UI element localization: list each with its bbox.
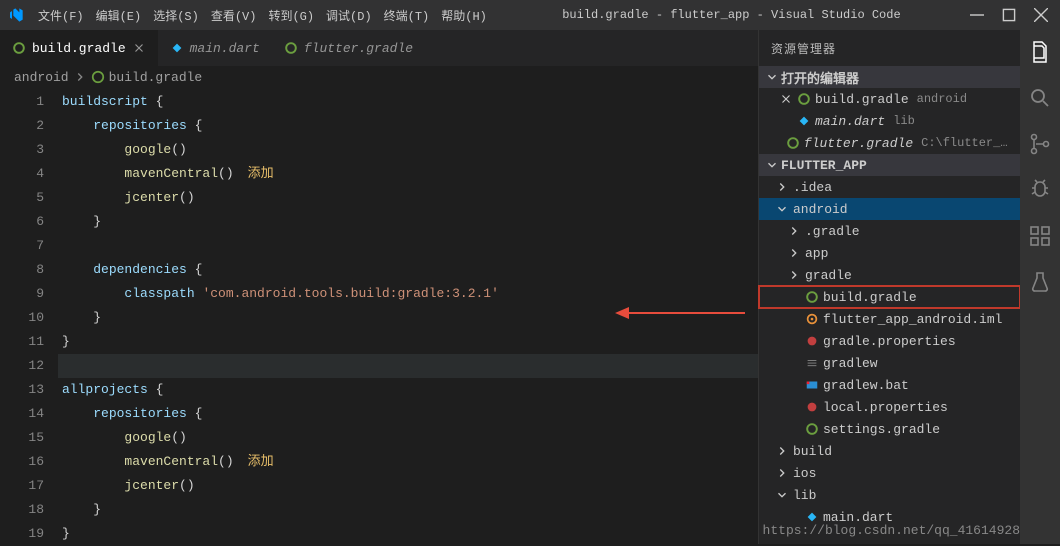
explorer-icon[interactable] (1028, 40, 1052, 64)
tree-item[interactable]: android (759, 198, 1020, 220)
tree-item[interactable]: ios (759, 462, 1020, 484)
tree-item[interactable]: .idea (759, 176, 1020, 198)
tree-item[interactable]: lib (759, 484, 1020, 506)
tab-label: build.gradle (32, 41, 126, 56)
chevron-right-icon (787, 224, 801, 238)
gradle-icon (786, 136, 800, 150)
editor-tab[interactable]: flutter.gradle (272, 30, 425, 66)
chevron-right-icon (775, 180, 789, 194)
explorer-sidebar: 资源管理器 打开的编辑器 build.gradleandroidmain.dar… (758, 30, 1020, 544)
breadcrumb-segment[interactable]: android (14, 70, 69, 85)
chevron-down-icon (775, 488, 789, 502)
editor-tab[interactable]: build.gradle (0, 30, 158, 66)
debug-icon[interactable] (1028, 178, 1052, 202)
activity-bar (1020, 30, 1060, 544)
menu-item[interactable]: 转到(G) (262, 10, 320, 24)
bat-icon (805, 378, 819, 392)
menu-item[interactable]: 帮助(H) (435, 10, 493, 24)
watermark: https://blog.csdn.net/qq_41614928 (763, 523, 1020, 538)
breadcrumb-segment[interactable]: build.gradle (109, 70, 203, 85)
close-icon[interactable] (132, 41, 146, 55)
chevron-down-icon (765, 70, 779, 84)
editor-tab[interactable]: main.dart (158, 30, 272, 66)
extensions-icon[interactable] (1028, 224, 1052, 248)
vscode-logo-icon (8, 7, 24, 23)
menu-item[interactable]: 查看(V) (205, 10, 263, 24)
dart-icon (805, 510, 819, 524)
tree-item[interactable]: flutter_app_android.iml (759, 308, 1020, 330)
gradle-icon (805, 422, 819, 436)
tree-item[interactable]: gradle.properties (759, 330, 1020, 352)
props-icon (805, 400, 819, 414)
open-editor-item[interactable]: flutter.gradleC:\flutter_windows\fl... (759, 132, 1020, 154)
chevron-right-icon (775, 444, 789, 458)
dart-icon (170, 41, 184, 55)
chevron-down-icon (765, 158, 779, 172)
chevron-down-icon (775, 202, 789, 216)
gradle-icon (284, 41, 298, 55)
close-button[interactable] (1034, 8, 1048, 22)
tree-item[interactable]: local.properties (759, 396, 1020, 418)
tree-item[interactable]: gradle (759, 264, 1020, 286)
gradle-icon (797, 92, 811, 106)
dart-icon (797, 114, 811, 128)
open-editors-header[interactable]: 打开的编辑器 (759, 66, 1020, 88)
file-icon (805, 356, 819, 370)
tree-item[interactable]: app (759, 242, 1020, 264)
gradle-icon (12, 41, 26, 55)
tree-item[interactable]: build (759, 440, 1020, 462)
annotation-label: 添加 (248, 166, 274, 181)
maximize-button[interactable] (1002, 8, 1016, 22)
xml-icon (805, 312, 819, 326)
tab-label: flutter.gradle (304, 41, 413, 56)
menu-item[interactable]: 调试(D) (320, 10, 378, 24)
menu-item[interactable]: 选择(S) (147, 10, 205, 24)
tree-item[interactable]: build.gradle (759, 286, 1020, 308)
chevron-right-icon (787, 268, 801, 282)
menu-item[interactable]: 文件(F) (32, 10, 90, 24)
search-icon[interactable] (1028, 86, 1052, 110)
chevron-right-icon (787, 246, 801, 260)
open-editor-item[interactable]: build.gradleandroid (759, 88, 1020, 110)
open-editor-item[interactable]: main.dartlib (759, 110, 1020, 132)
gradle-icon (91, 70, 105, 84)
chevron-right-icon (775, 466, 789, 480)
minimize-button[interactable] (970, 8, 984, 22)
test-icon[interactable] (1028, 270, 1052, 294)
sidebar-title: 资源管理器 (759, 30, 1020, 66)
chevron-right-icon (73, 70, 87, 84)
source-control-icon[interactable] (1028, 132, 1052, 156)
project-header[interactable]: FLUTTER_APP (759, 154, 1020, 176)
titlebar: 文件(F)编辑(E)选择(S)查看(V)转到(G)调试(D)终端(T)帮助(H)… (0, 0, 1060, 30)
annotation-label: 添加 (248, 454, 274, 469)
tree-item[interactable]: .gradle (759, 220, 1020, 242)
tree-item[interactable]: gradlew.bat (759, 374, 1020, 396)
tab-label: main.dart (190, 41, 260, 56)
menu-item[interactable]: 终端(T) (378, 10, 436, 24)
gradle-icon (805, 290, 819, 304)
line-gutter: 12345678910111213141516171819 (0, 88, 62, 544)
tree-item[interactable]: gradlew (759, 352, 1020, 374)
props-icon (805, 334, 819, 348)
tree-item[interactable]: settings.gradle (759, 418, 1020, 440)
close-icon[interactable] (779, 92, 793, 106)
menu-item[interactable]: 编辑(E) (90, 10, 148, 24)
window-title: build.gradle - flutter_app - Visual Stud… (493, 8, 970, 22)
